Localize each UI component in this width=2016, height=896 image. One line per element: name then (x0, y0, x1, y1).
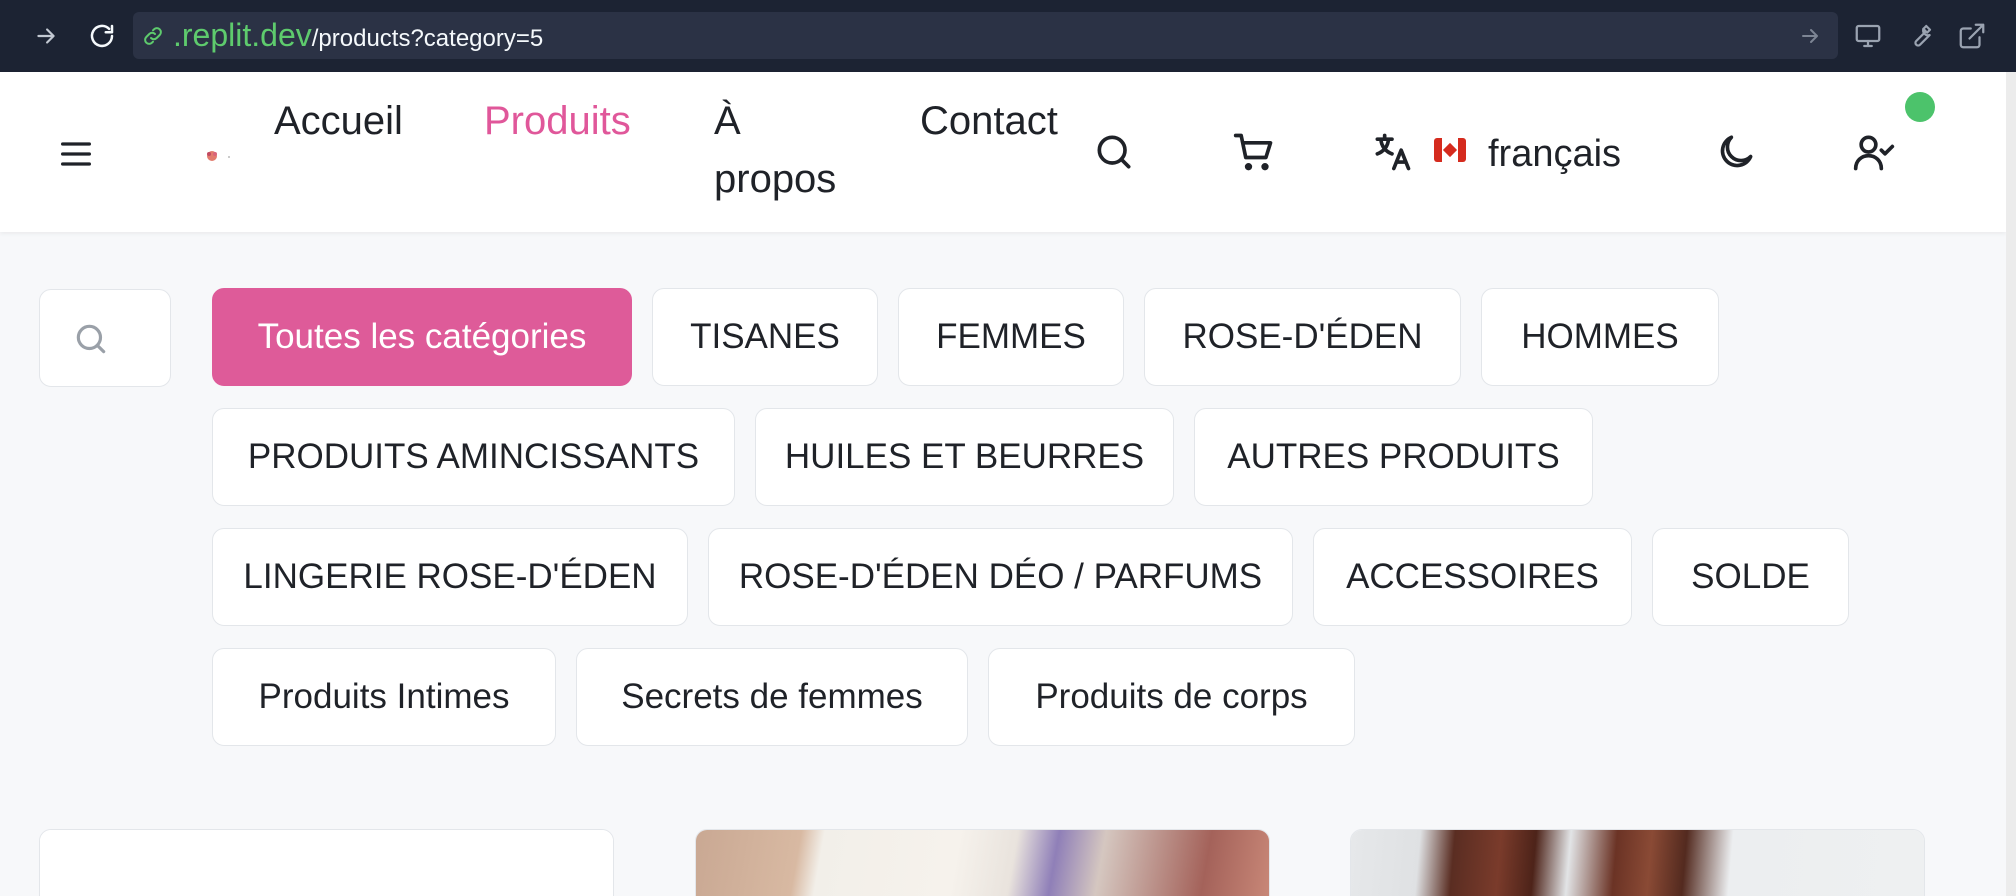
product-card[interactable] (1350, 829, 1925, 896)
nav-link-contact[interactable]: Contact (920, 92, 1058, 150)
wrench-icon[interactable] (1902, 18, 1938, 54)
product-image (1351, 830, 1924, 896)
site-logo[interactable] (200, 146, 236, 166)
moon-icon[interactable] (1714, 130, 1758, 174)
category-chip-solde[interactable]: SOLDE (1652, 528, 1849, 626)
user-check-icon[interactable] (1852, 130, 1896, 174)
site-header: Accueil Produits À propos Contact frança… (0, 72, 2006, 232)
category-chip-produits-amincissants[interactable]: PRODUITS AMINCISSANTS (212, 408, 735, 506)
nav-link-a-propos[interactable]: À propos (714, 92, 854, 208)
category-chip-secrets-de-femmes[interactable]: Secrets de femmes (576, 648, 968, 746)
url-path: /products?category=5 (311, 25, 544, 52)
nav-link-accueil[interactable]: Accueil (274, 92, 403, 150)
go-arrow-icon[interactable] (1798, 24, 1822, 48)
translate-icon[interactable] (1370, 130, 1414, 174)
url-host: .replit.dev (173, 17, 312, 53)
language-selector[interactable]: français (1488, 130, 1621, 178)
url-text: .replit.dev/products?category=5 (173, 17, 544, 54)
category-chip-autres-produits[interactable]: AUTRES PRODUITS (1194, 408, 1593, 506)
external-link-icon[interactable] (1954, 18, 1990, 54)
canada-flag-icon (1434, 138, 1466, 162)
nav-link-produits[interactable]: Produits (484, 92, 631, 150)
category-chip-rose-d-eden-deo-parfums[interactable]: ROSE-D'ÉDEN DÉO / PARFUMS (708, 528, 1293, 626)
url-bar[interactable]: .replit.dev/products?category=5 (133, 12, 1838, 59)
search-icon (72, 320, 110, 358)
category-chip-all[interactable]: Toutes les catégories (212, 288, 632, 386)
monitor-icon[interactable] (1850, 18, 1886, 54)
product-image (696, 830, 1269, 896)
product-card[interactable] (695, 829, 1270, 896)
category-chip-rose-d-eden[interactable]: ROSE-D'ÉDEN (1144, 288, 1461, 386)
reload-icon[interactable] (82, 16, 122, 56)
search-icon[interactable] (1092, 130, 1136, 174)
category-chip-produits-intimes[interactable]: Produits Intimes (212, 648, 556, 746)
category-chip-accessoires[interactable]: ACCESSOIRES (1313, 528, 1632, 626)
category-chip-hommes[interactable]: HOMMES (1481, 288, 1719, 386)
menu-icon[interactable] (56, 134, 96, 174)
page-scrollbar[interactable] (2006, 72, 2016, 896)
category-chip-produits-de-corps[interactable]: Produits de corps (988, 648, 1355, 746)
category-chip-lingerie-rose-d-eden[interactable]: LINGERIE ROSE-D'ÉDEN (212, 528, 688, 626)
category-chip-tisanes[interactable]: TISANES (652, 288, 878, 386)
category-chip-femmes[interactable]: FEMMES (898, 288, 1124, 386)
online-status-dot (1905, 92, 1935, 122)
browser-toolbar: .replit.dev/products?category=5 (0, 0, 2016, 72)
product-card[interactable] (39, 829, 614, 896)
forward-arrow-icon[interactable] (26, 16, 66, 56)
link-icon (141, 24, 165, 48)
cart-icon[interactable] (1232, 130, 1276, 174)
product-search-button[interactable] (39, 289, 171, 387)
product-image-placeholder (40, 830, 613, 896)
category-chip-huiles-et-beurres[interactable]: HUILES ET BEURRES (755, 408, 1174, 506)
